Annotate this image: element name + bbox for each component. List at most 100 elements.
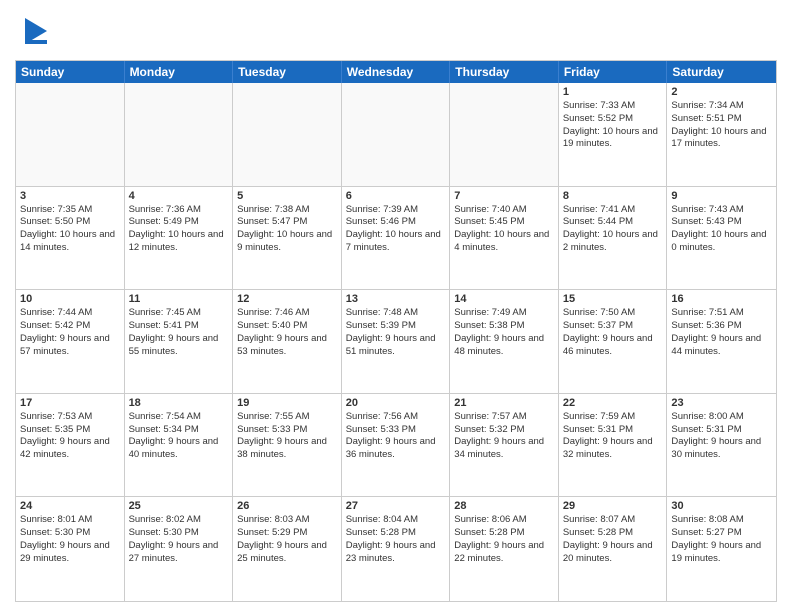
calendar-cell: 16Sunrise: 7:51 AMSunset: 5:36 PMDayligh… — [667, 290, 776, 393]
calendar-cell — [450, 83, 559, 186]
day-info: Sunrise: 8:06 AMSunset: 5:28 PMDaylight:… — [454, 514, 554, 565]
calendar-cell — [233, 83, 342, 186]
calendar-cell: 20 Sunrise: 7:56 AMSunset: 5:33 PMDayligh… — [342, 394, 451, 497]
day-number: 29 — [563, 500, 663, 512]
calendar-cell: 25 Sunrise: 8:02 AMSunset: 5:30 PMDayligh… — [125, 497, 234, 601]
day-info: Sunrise: 8:04 AMSunset: 5:28 PMDaylight:… — [346, 514, 446, 565]
day-number: 27 — [346, 500, 446, 512]
day-info: Sunrise: 7:35 AMSunset: 5:50 PMDaylight:… — [20, 204, 120, 255]
day-number: 8 — [563, 190, 663, 202]
day-number: 5 — [237, 190, 337, 202]
calendar: SundayMondayTuesdayWednesdayThursdayFrid… — [15, 60, 777, 602]
calendar-body: 1Sunrise: 7:33 AMSunset: 5:52 PMDaylight… — [16, 83, 776, 601]
day-info: Sunrise: 8:03 AMSunset: 5:29 PMDaylight:… — [237, 514, 337, 565]
header — [15, 10, 777, 52]
day-number: 21 — [454, 397, 554, 409]
day-info: Sunrise: 7:45 AMSunset: 5:41 PMDaylight:… — [129, 307, 229, 358]
calendar-header-cell: Thursday — [450, 61, 559, 83]
calendar-cell: 3 Sunrise: 7:35 AMSunset: 5:50 PMDaylight… — [16, 187, 125, 290]
calendar-cell: 24 Sunrise: 8:01 AMSunset: 5:30 PMDayligh… — [16, 497, 125, 601]
day-number: 7 — [454, 190, 554, 202]
day-number: 22 — [563, 397, 663, 409]
day-info: Sunrise: 7:48 AMSunset: 5:39 PMDaylight:… — [346, 307, 446, 358]
calendar-cell: 13Sunrise: 7:48 AMSunset: 5:39 PMDayligh… — [342, 290, 451, 393]
day-number: 4 — [129, 190, 229, 202]
page: SundayMondayTuesdayWednesdayThursdayFrid… — [0, 0, 792, 612]
day-info: Sunrise: 7:54 AMSunset: 5:34 PMDaylight:… — [129, 411, 229, 462]
day-info: Sunrise: 7:49 AMSunset: 5:38 PMDaylight:… — [454, 307, 554, 358]
calendar-cell: 28Sunrise: 8:06 AMSunset: 5:28 PMDayligh… — [450, 497, 559, 601]
calendar-cell: 15Sunrise: 7:50 AMSunset: 5:37 PMDayligh… — [559, 290, 668, 393]
day-info: Sunrise: 7:40 AMSunset: 5:45 PMDaylight:… — [454, 204, 554, 255]
calendar-cell — [16, 83, 125, 186]
calendar-week: 3 Sunrise: 7:35 AMSunset: 5:50 PMDaylight… — [16, 187, 776, 291]
calendar-cell — [125, 83, 234, 186]
calendar-cell: 22 Sunrise: 7:59 AMSunset: 5:31 PMDayligh… — [559, 394, 668, 497]
day-info: Sunrise: 7:53 AMSunset: 5:35 PMDaylight:… — [20, 411, 120, 462]
logo — [15, 10, 61, 52]
calendar-cell: 14 Sunrise: 7:49 AMSunset: 5:38 PMDayligh… — [450, 290, 559, 393]
day-info: Sunrise: 8:02 AMSunset: 5:30 PMDaylight:… — [129, 514, 229, 565]
day-number: 10 — [20, 293, 120, 305]
day-number: 3 — [20, 190, 120, 202]
day-info: Sunrise: 8:01 AMSunset: 5:30 PMDaylight:… — [20, 514, 120, 565]
day-number: 24 — [20, 500, 120, 512]
day-number: 17 — [20, 397, 120, 409]
day-number: 11 — [129, 293, 229, 305]
calendar-cell: 6 Sunrise: 7:39 AMSunset: 5:46 PMDaylight… — [342, 187, 451, 290]
logo-icon — [15, 10, 57, 52]
day-number: 9 — [671, 190, 772, 202]
calendar-cell: 9 Sunrise: 7:43 AMSunset: 5:43 PMDaylight… — [667, 187, 776, 290]
calendar-cell: 7 Sunrise: 7:40 AMSunset: 5:45 PMDaylight… — [450, 187, 559, 290]
calendar-week: 24 Sunrise: 8:01 AMSunset: 5:30 PMDayligh… — [16, 497, 776, 601]
day-info: Sunrise: 7:51 AMSunset: 5:36 PMDaylight:… — [671, 307, 772, 358]
day-number: 20 — [346, 397, 446, 409]
day-info: Sunrise: 7:43 AMSunset: 5:43 PMDaylight:… — [671, 204, 772, 255]
day-number: 30 — [671, 500, 772, 512]
calendar-cell: 27 Sunrise: 8:04 AMSunset: 5:28 PMDayligh… — [342, 497, 451, 601]
calendar-cell: 23 Sunrise: 8:00 AMSunset: 5:31 PMDayligh… — [667, 394, 776, 497]
day-number: 12 — [237, 293, 337, 305]
day-info: Sunrise: 7:56 AMSunset: 5:33 PMDaylight:… — [346, 411, 446, 462]
calendar-cell: 4 Sunrise: 7:36 AMSunset: 5:49 PMDaylight… — [125, 187, 234, 290]
day-info: Sunrise: 7:36 AMSunset: 5:49 PMDaylight:… — [129, 204, 229, 255]
calendar-header-cell: Wednesday — [342, 61, 451, 83]
day-number: 23 — [671, 397, 772, 409]
logo-svg — [15, 10, 57, 52]
calendar-cell: 17 Sunrise: 7:53 AMSunset: 5:35 PMDayligh… — [16, 394, 125, 497]
day-number: 6 — [346, 190, 446, 202]
day-info: Sunrise: 7:50 AMSunset: 5:37 PMDaylight:… — [563, 307, 663, 358]
day-info: Sunrise: 7:55 AMSunset: 5:33 PMDaylight:… — [237, 411, 337, 462]
calendar-cell: 1Sunrise: 7:33 AMSunset: 5:52 PMDaylight… — [559, 83, 668, 186]
calendar-header-cell: Tuesday — [233, 61, 342, 83]
calendar-header-cell: Saturday — [667, 61, 776, 83]
day-number: 19 — [237, 397, 337, 409]
calendar-cell: 10 Sunrise: 7:44 AMSunset: 5:42 PMDayligh… — [16, 290, 125, 393]
calendar-cell: 30 Sunrise: 8:08 AMSunset: 5:27 PMDayligh… — [667, 497, 776, 601]
day-info: Sunrise: 7:33 AMSunset: 5:52 PMDaylight:… — [563, 100, 663, 151]
calendar-cell: 21 Sunrise: 7:57 AMSunset: 5:32 PMDayligh… — [450, 394, 559, 497]
calendar-header-cell: Monday — [125, 61, 234, 83]
calendar-week: 1Sunrise: 7:33 AMSunset: 5:52 PMDaylight… — [16, 83, 776, 187]
day-info: Sunrise: 7:41 AMSunset: 5:44 PMDaylight:… — [563, 204, 663, 255]
calendar-header-cell: Sunday — [16, 61, 125, 83]
day-number: 25 — [129, 500, 229, 512]
day-info: Sunrise: 8:00 AMSunset: 5:31 PMDaylight:… — [671, 411, 772, 462]
day-info: Sunrise: 7:44 AMSunset: 5:42 PMDaylight:… — [20, 307, 120, 358]
calendar-week: 10 Sunrise: 7:44 AMSunset: 5:42 PMDayligh… — [16, 290, 776, 394]
calendar-cell: 12 Sunrise: 7:46 AMSunset: 5:40 PMDayligh… — [233, 290, 342, 393]
day-info: Sunrise: 7:46 AMSunset: 5:40 PMDaylight:… — [237, 307, 337, 358]
day-number: 14 — [454, 293, 554, 305]
calendar-week: 17 Sunrise: 7:53 AMSunset: 5:35 PMDayligh… — [16, 394, 776, 498]
day-info: Sunrise: 7:39 AMSunset: 5:46 PMDaylight:… — [346, 204, 446, 255]
day-info: Sunrise: 7:57 AMSunset: 5:32 PMDaylight:… — [454, 411, 554, 462]
calendar-cell: 19 Sunrise: 7:55 AMSunset: 5:33 PMDayligh… — [233, 394, 342, 497]
calendar-cell: 11 Sunrise: 7:45 AMSunset: 5:41 PMDayligh… — [125, 290, 234, 393]
day-info: Sunrise: 8:08 AMSunset: 5:27 PMDaylight:… — [671, 514, 772, 565]
day-info: Sunrise: 7:38 AMSunset: 5:47 PMDaylight:… — [237, 204, 337, 255]
day-number: 2 — [671, 86, 772, 98]
day-info: Sunrise: 8:07 AMSunset: 5:28 PMDaylight:… — [563, 514, 663, 565]
day-info: Sunrise: 7:59 AMSunset: 5:31 PMDaylight:… — [563, 411, 663, 462]
calendar-cell: 18Sunrise: 7:54 AMSunset: 5:34 PMDayligh… — [125, 394, 234, 497]
calendar-header-cell: Friday — [559, 61, 668, 83]
